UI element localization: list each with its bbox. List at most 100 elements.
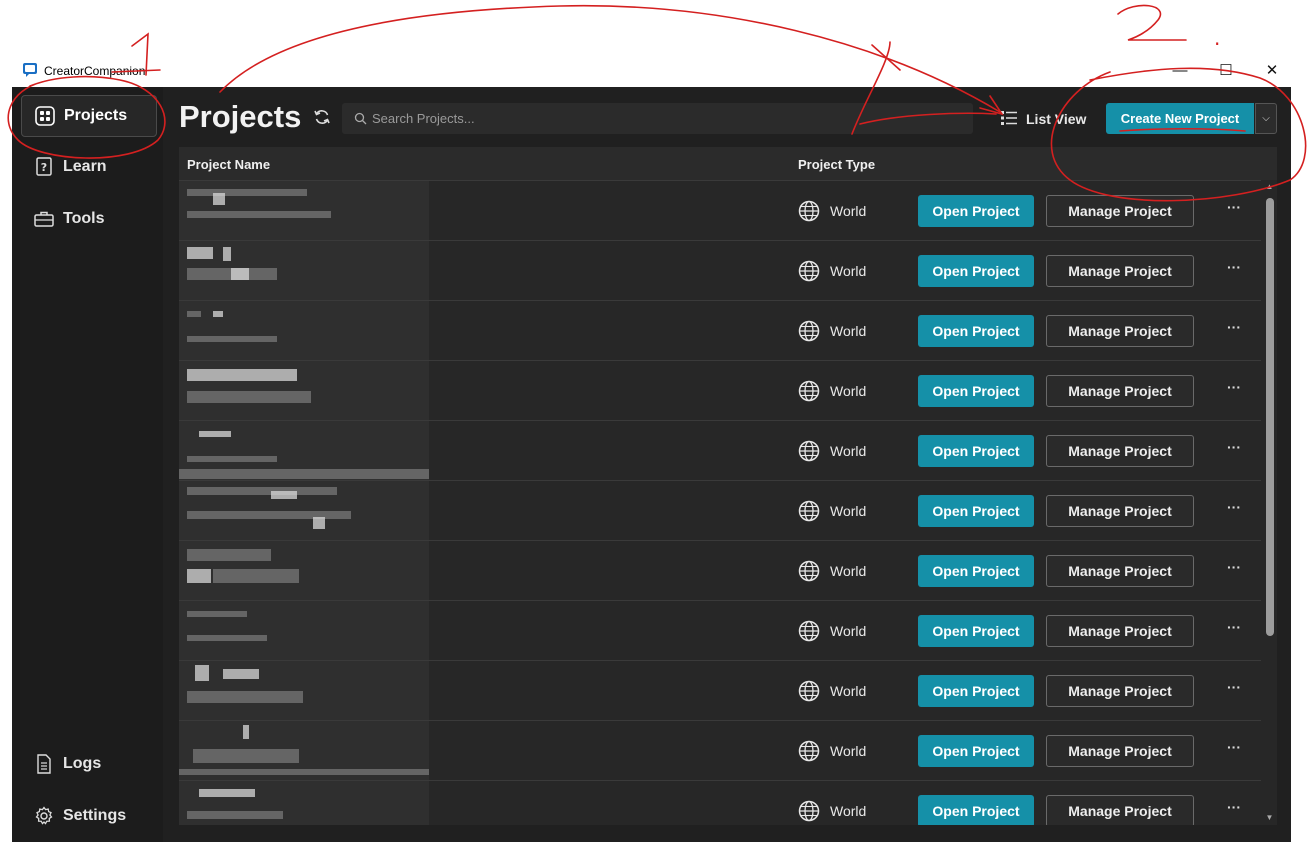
refresh-icon[interactable] [312,107,332,127]
project-type-label: World [830,683,867,699]
open-project-button[interactable]: Open Project [918,615,1034,647]
help-book-icon: ? [36,157,52,176]
more-options-button[interactable]: ··· [1219,260,1249,281]
more-options-button[interactable]: ··· [1219,560,1249,581]
open-project-button[interactable]: Open Project [918,435,1034,467]
project-name-redacted [179,181,429,240]
document-icon [37,754,51,774]
table-row: World Open Project Manage Project ··· [179,180,1261,241]
project-type-label: World [830,443,867,459]
manage-project-button[interactable]: Manage Project [1046,615,1194,647]
table-row: World Open Project Manage Project ··· [179,780,1261,825]
project-type-label: World [830,203,867,219]
window-titlebar: CreatorCompanion — ☐ ✕ [12,56,1291,87]
sidebar-item-tools[interactable]: Tools [21,199,155,239]
globe-icon [798,380,820,402]
manage-project-button[interactable]: Manage Project [1046,675,1194,707]
sidebar-item-logs[interactable]: Logs [21,744,155,784]
open-project-button[interactable]: Open Project [918,495,1034,527]
manage-project-button[interactable]: Manage Project [1046,255,1194,287]
more-options-button[interactable]: ··· [1219,680,1249,701]
table-row: World Open Project Manage Project ··· [179,300,1261,361]
globe-icon [798,560,820,582]
project-name-redacted [179,241,429,300]
more-options-button[interactable]: ··· [1219,740,1249,761]
project-type-label: World [830,323,867,339]
project-type-label: World [830,263,867,279]
table-row: World Open Project Manage Project ··· [179,660,1261,721]
search-icon [354,112,367,125]
more-options-button[interactable]: ··· [1219,620,1249,641]
manage-project-button[interactable]: Manage Project [1046,555,1194,587]
project-name-redacted [179,541,429,600]
annotation-dot: . [1214,26,1220,50]
open-project-button[interactable]: Open Project [918,195,1034,227]
minimize-button[interactable]: — [1157,56,1203,87]
globe-icon [798,740,820,762]
manage-project-button[interactable]: Manage Project [1046,435,1194,467]
manage-project-button[interactable]: Manage Project [1046,495,1194,527]
project-type-label: World [830,803,867,819]
search-box[interactable] [342,103,973,134]
manage-project-button[interactable]: Manage Project [1046,375,1194,407]
svg-text:?: ? [41,161,47,174]
search-input[interactable] [372,103,962,134]
toolbox-icon [34,211,54,227]
more-options-button[interactable]: ··· [1219,440,1249,461]
open-project-button[interactable]: Open Project [918,735,1034,767]
app-window: Projects ? Learn Tools Logs Settings Pro… [12,87,1291,842]
table-row: World Open Project Manage Project ··· [179,720,1261,781]
project-name-redacted [179,601,429,660]
open-project-button[interactable]: Open Project [918,675,1034,707]
maximize-button[interactable]: ☐ [1203,56,1249,87]
more-options-button[interactable]: ··· [1219,500,1249,521]
globe-icon [798,440,820,462]
project-name-redacted [179,361,429,420]
table-row: World Open Project Manage Project ··· [179,360,1261,421]
projects-table: Project Name Project Type World Open Pro… [179,147,1277,825]
sidebar-item-learn[interactable]: ? Learn [21,147,155,187]
manage-project-button[interactable]: Manage Project [1046,315,1194,347]
column-header-project-name: Project Name [187,157,271,172]
open-project-button[interactable]: Open Project [918,315,1034,347]
table-header: Project Name Project Type [179,147,1277,180]
scroll-up-arrow-icon[interactable]: ▲ [1264,182,1275,192]
vertical-scrollbar[interactable]: ▲ ▼ [1262,180,1277,825]
create-project-dropdown-button[interactable]: ⌵ [1255,103,1277,134]
globe-icon [798,800,820,822]
sidebar-item-settings[interactable]: Settings [21,796,155,836]
open-project-button[interactable]: Open Project [918,375,1034,407]
manage-project-button[interactable]: Manage Project [1046,795,1194,825]
sidebar-item-projects[interactable]: Projects [21,95,157,137]
more-options-button[interactable]: ··· [1219,320,1249,341]
table-row: World Open Project Manage Project ··· [179,420,1261,481]
project-type-label: World [830,743,867,759]
grid-icon [35,106,55,126]
manage-project-button[interactable]: Manage Project [1046,735,1194,767]
more-options-button[interactable]: ··· [1219,800,1249,821]
open-project-button[interactable]: Open Project [918,795,1034,825]
scroll-down-arrow-icon[interactable]: ▼ [1264,813,1275,823]
scrollbar-thumb[interactable] [1266,198,1274,636]
chevron-down-icon: ⌵ [1262,113,1270,124]
sidebar-item-label: Logs [63,755,102,772]
gear-icon [35,806,53,825]
more-options-button[interactable]: ··· [1219,200,1249,221]
sidebar-item-label: Tools [63,210,105,227]
window-title: CreatorCompanion [44,64,146,78]
open-project-button[interactable]: Open Project [918,555,1034,587]
main-panel: Projects List View Cre [163,87,1291,842]
more-options-button[interactable]: ··· [1219,380,1249,401]
project-type-label: World [830,623,867,639]
manage-project-button[interactable]: Manage Project [1046,195,1194,227]
project-name-redacted [179,781,429,825]
list-view-icon [1001,111,1017,125]
page-title: Projects [179,99,302,134]
globe-icon [798,260,820,282]
project-name-redacted [179,301,429,360]
open-project-button[interactable]: Open Project [918,255,1034,287]
table-row: World Open Project Manage Project ··· [179,540,1261,601]
close-button[interactable]: ✕ [1249,56,1295,87]
project-type-label: World [830,563,867,579]
create-new-project-button[interactable]: Create New Project [1106,103,1254,134]
